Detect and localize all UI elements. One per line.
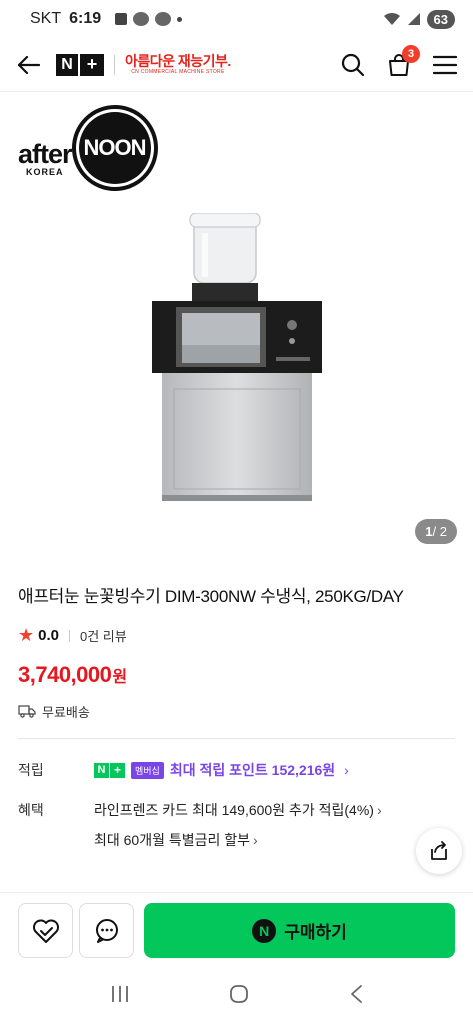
status-bar: SKT 6:19 63 <box>0 0 473 38</box>
pager-total: / 2 <box>432 524 447 539</box>
shipping-text: 무료배송 <box>42 705 90 720</box>
price-unit: 원 <box>112 669 127 686</box>
app-notification-icon-2 <box>155 12 172 26</box>
share-icon <box>431 841 447 860</box>
system-navigation-bar <box>0 968 473 1024</box>
back-button[interactable] <box>14 50 44 80</box>
price-value: 3,740,000 <box>18 662 112 687</box>
card-benefit-link[interactable]: 라인프렌즈 카드 최대 149,600원 추가 적립(4%) › <box>94 800 382 820</box>
chevron-right-icon: › <box>253 832 258 848</box>
afternoon-brand-logo: after NOON KOREA <box>18 105 158 191</box>
pager-current: 1 <box>425 524 433 539</box>
product-price: 3,740,000원 <box>18 662 458 688</box>
section-divider <box>18 738 455 739</box>
header-divider <box>114 54 115 75</box>
product-image-gallery[interactable]: after NOON KOREA 1/ 2 <box>0 93 473 558</box>
notification-icon <box>115 13 128 25</box>
brand-noon-text: NOON <box>78 112 151 184</box>
cart-count-badge: 3 <box>402 44 420 63</box>
home-icon <box>230 984 249 1003</box>
clock: 6:19 <box>69 10 102 27</box>
recent-apps-icon <box>111 985 128 1002</box>
talk-talk-button[interactable] <box>79 903 134 958</box>
store-brand-title: 아름다운 재능기부. <box>125 53 231 69</box>
points-row[interactable]: 적립 N + 멤버십 최대 적립 포인트 152,216원 › <box>18 760 458 780</box>
home-button[interactable] <box>229 984 249 1009</box>
heart-check-icon <box>32 919 59 943</box>
benefit-row: 혜택 라인프렌즈 카드 최대 149,600원 추가 적립(4%) › 최대 60… <box>18 800 458 850</box>
menu-button[interactable] <box>431 51 459 79</box>
product-title: 애프터눈 눈꽃빙수기 DIM-300NW 수냉식, 250KG/DAY <box>18 587 404 606</box>
installment-benefit-link[interactable]: 최대 60개월 특별금리 할부 › <box>94 830 382 850</box>
card-benefit-text: 라인프렌즈 카드 최대 149,600원 추가 적립(4%) <box>94 802 374 818</box>
rating-separator <box>69 629 70 642</box>
hamburger-menu-icon <box>433 55 457 74</box>
chevron-left-icon <box>351 984 363 1003</box>
rating-value: 0.0 <box>38 627 59 644</box>
installment-benefit-text: 최대 60개월 특별금리 할부 <box>94 832 251 848</box>
membership-tag: 멤버십 <box>131 761 164 779</box>
brand-after-text: after <box>18 138 73 169</box>
image-pager: 1/ 2 <box>415 519 457 544</box>
buy-button[interactable]: N 구매하기 <box>144 903 455 958</box>
naver-plus-logo[interactable]: N + <box>56 53 104 76</box>
logo-n: N <box>56 53 78 76</box>
search-icon <box>341 53 365 76</box>
star-icon: ★ <box>18 625 35 645</box>
cart-button[interactable]: 3 <box>385 44 420 79</box>
arrow-left-icon <box>18 55 40 74</box>
logo-plus: + <box>80 53 104 76</box>
benefit-label: 혜택 <box>18 802 44 818</box>
max-points-text: 최대 적립 포인트 152,216원 <box>169 762 336 778</box>
store-brand[interactable]: 아름다운 재능기부. CN COMMERCIAL MACHINE STORE <box>125 54 231 75</box>
brand-korea-text: KOREA <box>26 167 64 177</box>
wifi-icon <box>383 12 400 25</box>
buy-button-label: 구매하기 <box>284 923 347 942</box>
battery-indicator: 63 <box>426 9 455 29</box>
more-notifications-icon <box>177 16 183 22</box>
top-header: N + 아름다운 재능기부. CN COMMERCIAL MACHINE STO… <box>0 38 473 92</box>
product-image <box>152 213 322 501</box>
chevron-right-icon: › <box>344 762 349 778</box>
review-count: 0건 리뷰 <box>80 629 127 644</box>
product-info: 애프터눈 눈꽃빙수기 DIM-300NW 수냉식, 250KG/DAY ★ 0.… <box>18 582 458 721</box>
points-label: 적립 <box>18 762 44 778</box>
truck-icon <box>18 705 36 718</box>
recent-apps-button[interactable] <box>110 985 130 1008</box>
app-notification-icon <box>133 12 150 26</box>
chat-bubble-icon <box>95 918 118 943</box>
wishlist-button[interactable] <box>18 903 73 958</box>
share-button[interactable] <box>416 828 462 874</box>
search-button[interactable] <box>339 51 367 79</box>
naver-pay-icon: N <box>252 918 277 943</box>
bottom-action-bar: N 구매하기 <box>0 892 473 968</box>
naver-plus-mini-logo: N + <box>94 762 125 778</box>
brand-noon-circle: NOON <box>71 105 158 191</box>
rating-row[interactable]: ★ 0.0 0건 리뷰 <box>18 625 458 646</box>
shipping-info: 무료배송 <box>18 702 458 721</box>
carrier-label: SKT <box>30 10 62 27</box>
chevron-right-icon: › <box>376 802 382 818</box>
signal-icon <box>407 13 420 25</box>
system-back-button[interactable] <box>349 984 363 1009</box>
store-brand-subtitle: CN COMMERCIAL MACHINE STORE <box>131 69 225 75</box>
